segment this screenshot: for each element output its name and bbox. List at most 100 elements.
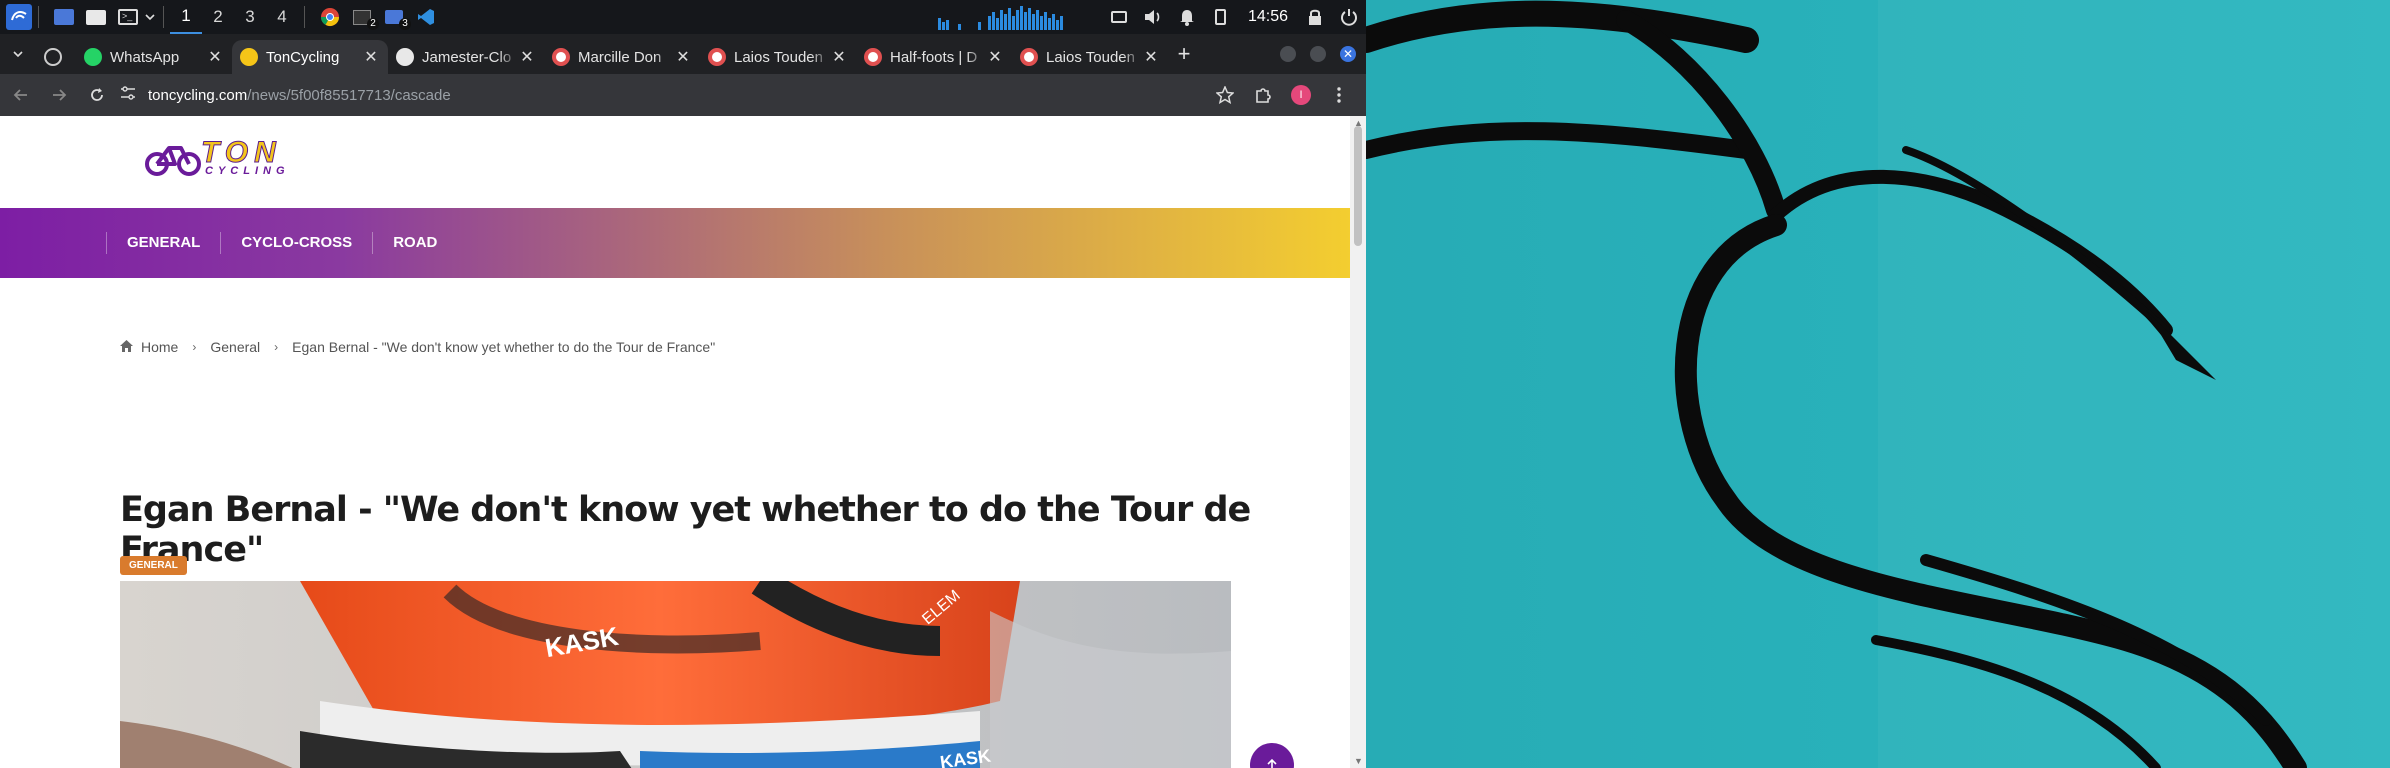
- nav-cyclo-cross[interactable]: CYCLO-CROSS: [220, 232, 372, 254]
- tab-laios-1[interactable]: Laios Touden ✕: [700, 40, 856, 74]
- tab-close-icon[interactable]: ✕: [518, 47, 536, 67]
- page-viewport[interactable]: TON CYCLING GENERAL CYCLO-CROSS ROAD Hom…: [0, 116, 1366, 768]
- tab-whatsapp[interactable]: WhatsApp ✕: [76, 40, 232, 74]
- cpu-monitor-graph: [937, 6, 1063, 30]
- workspace-1[interactable]: 1: [170, 0, 202, 34]
- tab-marcille[interactable]: Marcille Don ✕: [544, 40, 700, 74]
- tab-half-foots[interactable]: Half-foots | D ✕: [856, 40, 1012, 74]
- site-icon: [1020, 48, 1038, 66]
- tab-pinned[interactable]: [36, 40, 76, 74]
- url-host: toncycling.com: [148, 86, 248, 104]
- page-scrollbar[interactable]: ▲ ▼: [1350, 116, 1366, 768]
- logo-subtext: CYCLING: [205, 165, 290, 177]
- tab-toncycling[interactable]: TonCycling ✕: [232, 40, 388, 74]
- breadcrumb-section-link[interactable]: General: [210, 339, 260, 355]
- category-badge[interactable]: GENERAL: [120, 556, 187, 575]
- chevron-right-icon: ›: [274, 340, 279, 354]
- terminal-icon[interactable]: >_: [115, 4, 141, 30]
- close-window-button[interactable]: ✕: [1340, 46, 1356, 62]
- tab-title: Laios Touden: [1046, 48, 1135, 66]
- url-path: /news/5f00f85517713/cascade: [247, 86, 451, 104]
- home-icon: [120, 339, 133, 355]
- workspace-3[interactable]: 3: [234, 0, 266, 34]
- system-tray: 14:56: [937, 0, 1366, 34]
- bicycle-logo-icon: [145, 146, 201, 176]
- profile-button[interactable]: I: [1284, 78, 1318, 112]
- globe-icon: [44, 48, 62, 66]
- new-tab-button[interactable]: +: [1168, 41, 1200, 67]
- nav-road[interactable]: ROAD: [372, 232, 457, 254]
- tab-github[interactable]: Jamester-Clo ✕: [388, 40, 544, 74]
- battery-icon[interactable]: [1210, 6, 1232, 28]
- terminal-app-icon[interactable]: 2: [349, 4, 379, 30]
- cyclist-helmet-photo: [120, 581, 1231, 768]
- maximize-button[interactable]: [1310, 46, 1326, 62]
- toncycling-icon: [240, 48, 258, 66]
- tab-close-icon[interactable]: ✕: [830, 47, 848, 67]
- lock-screen-icon[interactable]: [1304, 6, 1326, 28]
- minimize-button[interactable]: [1280, 46, 1296, 62]
- tab-close-icon[interactable]: ✕: [1142, 47, 1160, 67]
- site-logo[interactable]: TON CYCLING: [145, 136, 290, 178]
- breadcrumb-current: Egan Bernal - "We don't know yet whether…: [292, 339, 716, 355]
- nav-general[interactable]: GENERAL: [106, 232, 220, 254]
- kali-menu-icon[interactable]: [6, 4, 32, 30]
- file-manager-icon[interactable]: [83, 4, 109, 30]
- tab-close-icon[interactable]: ✕: [674, 47, 692, 67]
- tab-search-button[interactable]: [0, 37, 36, 71]
- tab-title: Laios Touden: [734, 48, 823, 66]
- window-controls: ✕: [1266, 46, 1356, 62]
- display-icon[interactable]: [1108, 6, 1130, 28]
- article-hero-image: KASK ELEM KASK: [120, 581, 1231, 768]
- show-desktop-icon[interactable]: [51, 4, 77, 30]
- tab-close-icon[interactable]: ✕: [986, 47, 1004, 67]
- breadcrumb: Home › General › Egan Bernal - "We don't…: [120, 339, 715, 355]
- volume-icon[interactable]: [1142, 6, 1164, 28]
- chrome-window: WhatsApp ✕ TonCycling ✕ Jamester-Clo ✕ M…: [0, 34, 1366, 768]
- site-info-icon[interactable]: [120, 86, 136, 104]
- kebab-menu-icon[interactable]: [1322, 78, 1356, 112]
- scrollbar-thumb[interactable]: [1354, 126, 1362, 246]
- address-bar[interactable]: toncycling.com/news/5f00f85517713/cascad…: [120, 79, 1250, 111]
- notifications-bell-icon[interactable]: [1176, 6, 1198, 28]
- toolbar-actions: I: [1204, 78, 1356, 112]
- tab-strip: WhatsApp ✕ TonCycling ✕ Jamester-Clo ✕ M…: [0, 34, 1366, 74]
- bookmark-star-icon[interactable]: [1208, 78, 1242, 112]
- back-button[interactable]: [4, 78, 38, 112]
- kali-dragon-logo: [1366, 0, 2307, 768]
- taskbar-divider: [38, 6, 39, 28]
- taskbar-divider: [163, 6, 164, 28]
- taskbar-divider: [304, 6, 305, 28]
- tab-title: TonCycling: [266, 48, 340, 66]
- files-app-icon[interactable]: 3: [381, 4, 411, 30]
- site-icon: [708, 48, 726, 66]
- vscode-app-icon[interactable]: [413, 4, 439, 30]
- tab-laios-2[interactable]: Laios Touden ✕: [1012, 40, 1168, 74]
- back-to-top-button[interactable]: [1250, 743, 1294, 768]
- workspace-4[interactable]: 4: [266, 0, 298, 34]
- workspace-2[interactable]: 2: [202, 0, 234, 34]
- tab-title: Jamester-Clo: [422, 48, 512, 66]
- tab-title: WhatsApp: [110, 48, 180, 66]
- site-header: TON CYCLING: [0, 116, 1366, 208]
- forward-button[interactable]: [42, 78, 76, 112]
- tab-close-icon[interactable]: ✕: [206, 47, 224, 67]
- window-count-badge: 3: [399, 18, 411, 30]
- extensions-icon[interactable]: [1246, 78, 1280, 112]
- chevron-down-icon[interactable]: [143, 4, 157, 30]
- breadcrumb-home-link[interactable]: Home: [141, 339, 178, 355]
- whatsapp-icon: [84, 48, 102, 66]
- tab-close-icon[interactable]: ✕: [362, 47, 380, 67]
- site-icon: [552, 48, 570, 66]
- tab-title: Half-foots | D: [890, 48, 978, 66]
- clock[interactable]: 14:56: [1248, 8, 1288, 26]
- site-icon: [864, 48, 882, 66]
- main-navigation: GENERAL CYCLO-CROSS ROAD: [0, 208, 1366, 278]
- top-taskbar: >_ 1 2 3 4 2 3 14:56: [0, 0, 1366, 34]
- logo-wordmark: TON: [201, 136, 282, 169]
- scroll-down-arrow[interactable]: ▼: [1354, 756, 1363, 766]
- power-icon[interactable]: [1338, 6, 1360, 28]
- chrome-app-icon[interactable]: [317, 4, 343, 30]
- reload-button[interactable]: [80, 78, 114, 112]
- window-count-badge: 2: [367, 18, 379, 30]
